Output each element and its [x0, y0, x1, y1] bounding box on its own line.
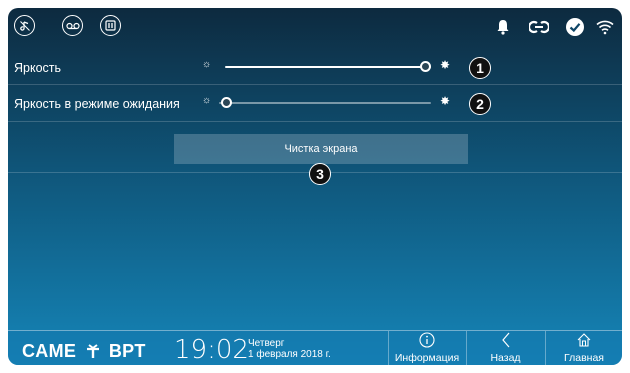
- intercom-screen: Яркость ☼ ✸ 1 Яркость в режиме ожидания …: [8, 8, 622, 365]
- brightness-slider-knob[interactable]: [419, 61, 431, 72]
- info-label: Информация: [394, 352, 460, 364]
- sun-small-icon: ☼: [202, 59, 212, 70]
- standby-brightness-label: Яркость в режиме ожидания: [14, 97, 180, 111]
- callout-3: 3: [309, 163, 331, 185]
- door-open-icon[interactable]: [100, 15, 121, 36]
- sun-large-icon: ✸: [440, 58, 451, 72]
- info-button[interactable]: Информация: [389, 331, 465, 365]
- bell-icon[interactable]: [492, 16, 514, 38]
- home-icon: [577, 333, 591, 347]
- voicemail-icon[interactable]: [62, 15, 83, 36]
- sun-large-icon: ✸: [440, 94, 451, 108]
- bottom-bar: CAME BPT 19:02 Четверг 1 февраля 2018 г.…: [8, 330, 622, 365]
- standby-brightness-slider[interactable]: [219, 102, 431, 104]
- standby-brightness-slider-knob[interactable]: [221, 97, 232, 108]
- brightness-slider[interactable]: [225, 66, 431, 68]
- check-circle-icon: [564, 16, 586, 38]
- top-bar: [8, 8, 622, 46]
- home-button[interactable]: Главная: [546, 331, 622, 365]
- callout-1: 1: [469, 57, 491, 79]
- date-block: Четверг 1 февраля 2018 г.: [248, 338, 331, 360]
- link-icon: [528, 16, 550, 38]
- came-bpt-logo: CAME BPT: [22, 341, 146, 361]
- date-label: 1 февраля 2018 г.: [248, 349, 331, 360]
- weekday-label: Четверг: [248, 338, 285, 349]
- home-label: Главная: [564, 352, 604, 364]
- standby-brightness-row: Яркость в режиме ожидания ☼ ✸ 2: [8, 85, 622, 122]
- info-icon: [419, 332, 435, 348]
- music-mute-icon[interactable]: [14, 15, 35, 36]
- sun-small-icon: ☼: [202, 95, 212, 106]
- callout-2: 2: [469, 93, 491, 115]
- plant-logo-icon: [86, 344, 99, 358]
- screen-cleaning-button[interactable]: Чистка экрана: [174, 134, 468, 164]
- brightness-label: Яркость: [14, 61, 62, 75]
- brightness-row: Яркость ☼ ✸ 1: [8, 50, 622, 85]
- chevron-left-icon: [501, 332, 509, 348]
- wifi-icon: [594, 16, 616, 38]
- back-label: Назад: [490, 352, 521, 364]
- back-button[interactable]: Назад: [467, 331, 544, 365]
- clock-time: 19:02: [174, 335, 249, 365]
